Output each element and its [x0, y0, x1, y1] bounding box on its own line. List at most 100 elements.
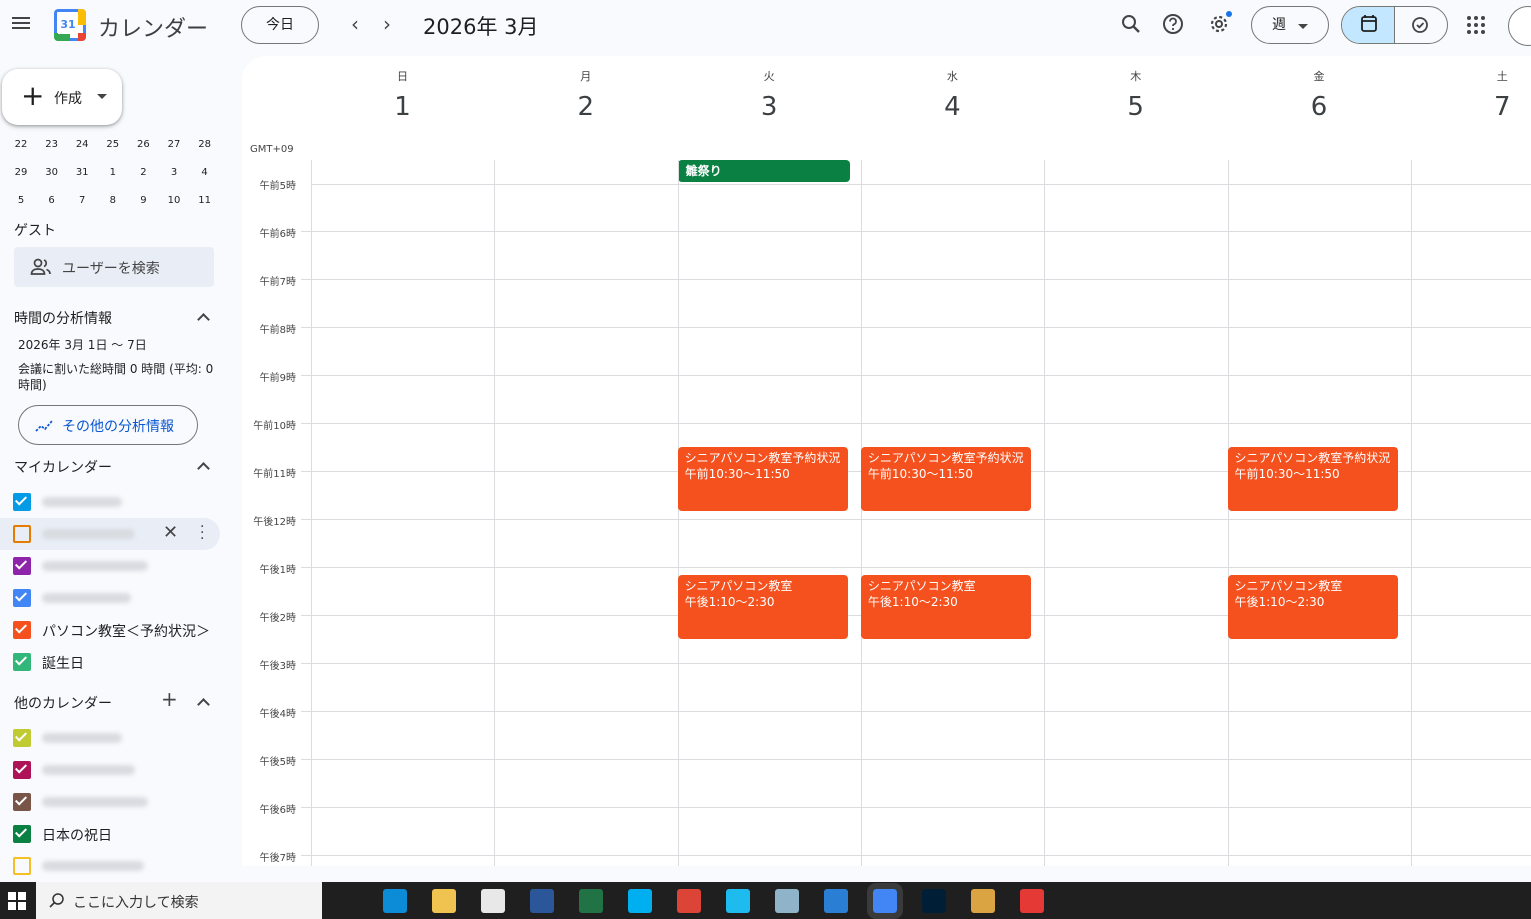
next-week-icon[interactable]: ›	[377, 13, 397, 37]
account-avatar[interactable]	[1508, 6, 1531, 46]
help-icon[interactable]	[1159, 10, 1187, 38]
calendar-event[interactable]: シニアパソコン教室予約状況 午前10:30～11:50	[677, 447, 848, 511]
calendar-checkbox[interactable]	[13, 825, 31, 843]
calendar-options-icon[interactable]: · · ·	[200, 520, 204, 546]
pdf-app-icon[interactable]	[1020, 889, 1044, 913]
add-other-calendar-icon[interactable]: +	[161, 689, 178, 709]
calendar-checkbox[interactable]	[13, 857, 31, 875]
mini-calendar-day[interactable]: 31	[67, 166, 97, 180]
notes-icon[interactable]	[775, 889, 799, 913]
day-number[interactable]: 4	[861, 92, 1044, 122]
calendar-checkbox[interactable]	[13, 525, 31, 543]
calendar-checkbox[interactable]	[13, 493, 31, 511]
chrome-icon[interactable]	[677, 889, 701, 913]
remove-calendar-icon[interactable]: ✕	[163, 522, 178, 543]
mini-calendar-day[interactable]: 5	[6, 194, 36, 208]
skype-icon[interactable]	[628, 889, 652, 913]
mini-calendar-day[interactable]: 7	[67, 194, 97, 208]
edge-icon[interactable]	[383, 889, 407, 913]
all-day-event-hinamatsuri[interactable]: 雛祭り	[677, 160, 850, 182]
mini-calendar-day[interactable]: 3	[159, 166, 189, 180]
calendar-list-item[interactable]	[0, 850, 220, 882]
calendar-checkbox[interactable]	[13, 589, 31, 607]
calendar-event[interactable]: シニアパソコン教室予約状況 午前10:30～11:50	[860, 447, 1031, 511]
calendar-checkbox[interactable]	[13, 653, 31, 671]
calendar-list-item[interactable]	[0, 786, 220, 818]
calendar-view-button[interactable]	[1342, 7, 1395, 43]
mini-calendar-day[interactable]: 30	[37, 166, 67, 180]
calendar-event[interactable]: シニアパソコン教室 午後1:10～2:30	[860, 575, 1031, 639]
prev-week-icon[interactable]: ‹	[345, 13, 365, 37]
calendar-list-item[interactable]: 日本の祝日	[0, 818, 220, 850]
calendar-list-item[interactable]	[0, 550, 220, 582]
store-icon[interactable]	[481, 889, 505, 913]
calendar-checkbox[interactable]	[13, 793, 31, 811]
day-header[interactable]: 火3	[678, 68, 861, 122]
settings-icon[interactable]	[1205, 10, 1233, 38]
chrome-profile-icon[interactable]	[867, 883, 903, 919]
view-selector[interactable]: 週	[1251, 6, 1329, 44]
word-icon[interactable]	[530, 889, 554, 913]
day-number[interactable]: 6	[1228, 92, 1411, 122]
file-explorer-icon[interactable]	[432, 889, 456, 913]
day-number[interactable]: 5	[1044, 92, 1227, 122]
mini-calendar-day[interactable]: 10	[159, 194, 189, 208]
calendar-checkbox[interactable]	[13, 621, 31, 639]
mini-calendar-day[interactable]: 6	[37, 194, 67, 208]
mini-calendar-day[interactable]: 22	[6, 138, 36, 152]
calendar-list-item[interactable]	[0, 754, 220, 786]
ie-icon[interactable]	[726, 889, 750, 913]
calendar-list-item[interactable]: ✕ · · ·	[0, 518, 220, 550]
collapse-my-calendars-icon[interactable]	[197, 462, 210, 475]
calendar-logo[interactable]: 31	[54, 9, 86, 41]
mini-calendar-day[interactable]: 9	[128, 194, 158, 208]
calendar-list-item[interactable]	[0, 722, 220, 754]
mini-calendar-day[interactable]: 28	[190, 138, 220, 152]
calendar-event[interactable]: シニアパソコン教室 午後1:10～2:30	[1227, 575, 1398, 639]
mini-calendar-day[interactable]: 24	[67, 138, 97, 152]
tasks-view-button[interactable]	[1396, 7, 1447, 43]
mini-calendar-day[interactable]: 1	[98, 166, 128, 180]
more-insights-button[interactable]: その他の分析情報	[18, 405, 198, 445]
day-header[interactable]: 土7	[1411, 68, 1531, 122]
collapse-other-calendars-icon[interactable]	[197, 698, 210, 711]
mini-calendar-day[interactable]: 11	[190, 194, 220, 208]
calendar-checkbox[interactable]	[13, 729, 31, 747]
calendar-list-item[interactable]	[0, 486, 220, 518]
calendar-checkbox[interactable]	[13, 557, 31, 575]
day-number[interactable]: 3	[678, 92, 861, 122]
day-header[interactable]: 水4	[861, 68, 1044, 122]
apps-grid-icon[interactable]	[1467, 16, 1485, 34]
mini-calendar-day[interactable]: 2	[128, 166, 158, 180]
search-icon[interactable]	[1117, 10, 1145, 38]
user-search-field[interactable]: ユーザーを検索	[14, 247, 214, 287]
mini-calendar-day[interactable]: 23	[37, 138, 67, 152]
pointer-app-icon[interactable]	[824, 889, 848, 913]
photoshop-icon[interactable]	[922, 889, 946, 913]
task-view-icon[interactable]	[334, 889, 358, 913]
collapse-insights-icon[interactable]	[197, 313, 210, 326]
create-button[interactable]: + 作成	[2, 69, 122, 125]
calendar-list-item[interactable]: 誕生日	[0, 646, 220, 678]
calendar-checkbox[interactable]	[13, 761, 31, 779]
day-header[interactable]: 月2	[494, 68, 677, 122]
calendar-event[interactable]: シニアパソコン教室 午後1:10～2:30	[677, 575, 848, 639]
calendar-list-item[interactable]	[0, 582, 220, 614]
day-header[interactable]: 日1	[311, 68, 494, 122]
mini-calendar-day[interactable]: 27	[159, 138, 189, 152]
mini-calendar-day[interactable]: 25	[98, 138, 128, 152]
today-button[interactable]: 今日	[241, 6, 319, 44]
day-number[interactable]: 2	[494, 92, 677, 122]
day-number[interactable]: 7	[1411, 92, 1531, 122]
mini-calendar-day[interactable]: 8	[98, 194, 128, 208]
day-number[interactable]: 1	[311, 92, 494, 122]
calendar-event[interactable]: シニアパソコン教室予約状況 午前10:30～11:50	[1227, 447, 1398, 511]
calendar-list-item[interactable]: パソコン教室＜予約状況＞	[0, 614, 220, 646]
mini-calendar-day[interactable]: 26	[128, 138, 158, 152]
main-menu-icon[interactable]	[12, 14, 32, 34]
excel-icon[interactable]	[579, 889, 603, 913]
mini-calendar-day[interactable]: 4	[190, 166, 220, 180]
taskbar-search-field[interactable]: ここに入力して検索	[36, 882, 322, 919]
day-header[interactable]: 木5	[1044, 68, 1227, 122]
day-header[interactable]: 金6	[1228, 68, 1411, 122]
